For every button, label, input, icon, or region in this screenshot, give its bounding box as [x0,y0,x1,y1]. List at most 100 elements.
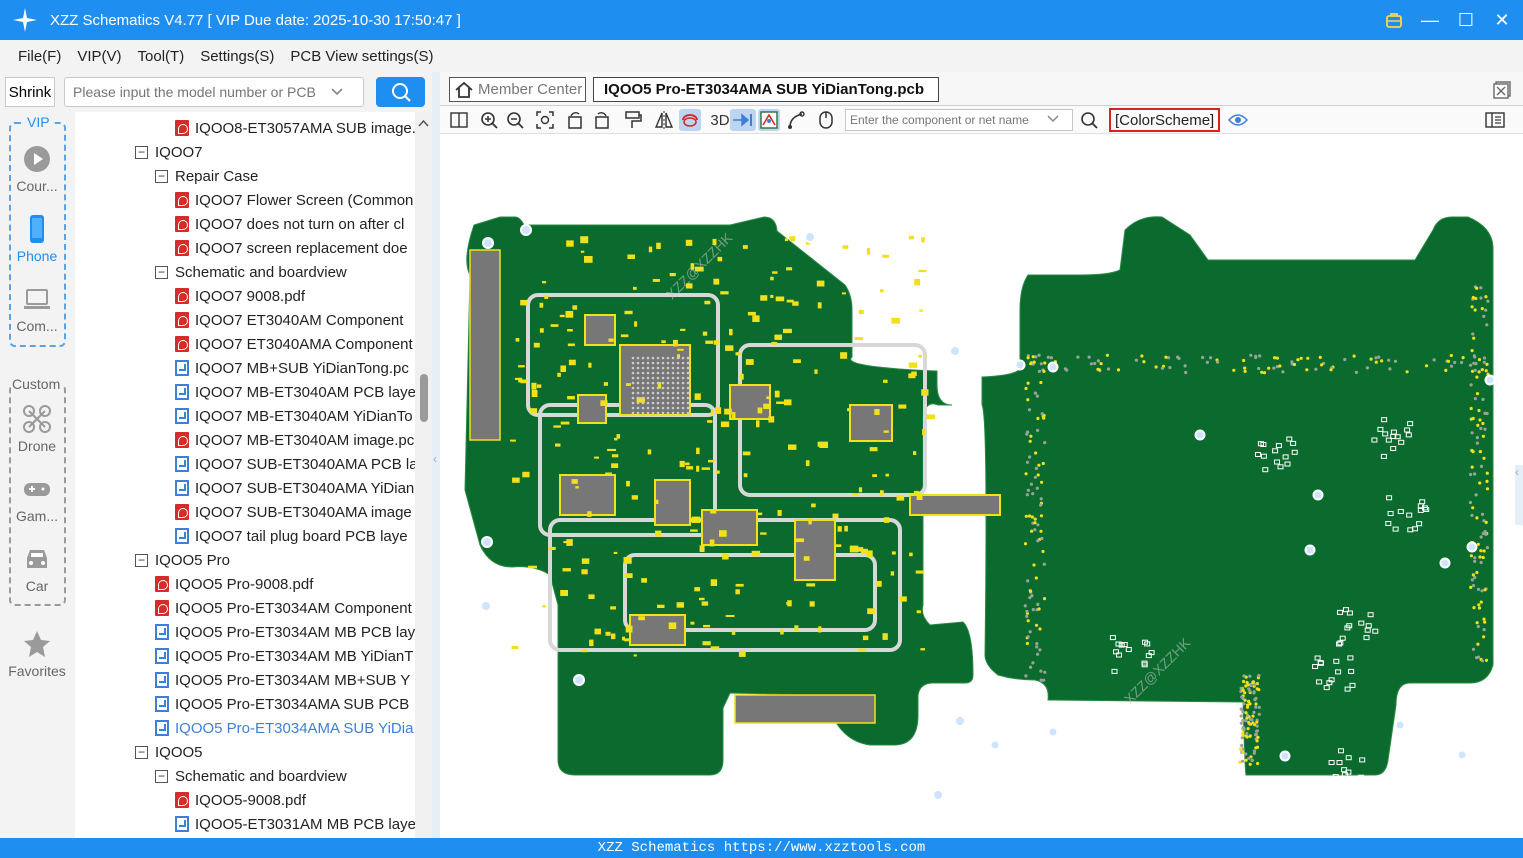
menu-tool[interactable]: Tool(T) [138,48,185,65]
tree-scrollbar[interactable] [415,112,432,838]
bga-ball [636,361,640,365]
via [1424,364,1429,368]
collapse-box-icon[interactable]: − [155,169,168,183]
chevron-down-icon[interactable] [1046,111,1060,129]
pin-highlight-icon[interactable] [730,109,756,131]
tree-file[interactable]: IQOO5 Pro-ET3034AM Component [155,596,412,620]
tree-folder[interactable]: − IQOO5 Pro [135,548,230,572]
pad [600,400,608,406]
category-drone[interactable]: Drone [0,404,74,454]
scroll-up-icon[interactable] [418,114,429,132]
category-favorites[interactable]: Favorites [0,629,74,679]
category-phone[interactable]: Phone [0,214,74,264]
menu-settings[interactable]: Settings(S) [200,48,274,65]
split-view-icon[interactable] [448,109,470,131]
pcb-board-drawing[interactable]: XZZ@XZZHK XZZ@XZZHK [440,135,1523,838]
color-scheme-button[interactable]: [ColorScheme] [1109,108,1221,132]
tree-file[interactable]: IQOO5-ET3031AM MB PCB laye [175,812,415,836]
scroll-thumb[interactable] [420,374,428,422]
net-search-icon[interactable] [1078,109,1100,131]
collapse-box-icon[interactable]: − [155,769,168,783]
rotate-left-icon[interactable] [564,109,586,131]
category-course[interactable]: Cour... [0,144,74,194]
collapse-arrow-icon[interactable]: ‹ [433,452,437,466]
collapse-box-icon[interactable]: − [135,553,148,567]
tree-folder[interactable]: − Schematic and boardview [155,260,347,284]
mirror-icon[interactable] [653,109,675,131]
category-car[interactable]: Car [0,544,74,594]
collapse-box-icon[interactable]: − [155,265,168,279]
shrink-button[interactable]: Shrink [5,77,55,107]
tree-file[interactable]: IQOO7 ET3040AMA Component [175,332,413,356]
fit-view-icon[interactable] [534,109,556,131]
via [1024,386,1028,391]
pad [916,610,921,614]
tree-file[interactable]: IQOO5 Pro-ET3034AMA SUB PCB [155,692,409,716]
tree-file[interactable]: IQOO5-9008.pdf [175,788,306,812]
tree-file[interactable]: IQOO8-ET3057AMA SUB image.pdf [175,116,415,140]
search-button[interactable] [376,77,425,107]
tree-file[interactable]: IQOO7 MB-ET3040AM image.pc [175,428,414,452]
rotate-right-icon[interactable] [591,109,613,131]
collapse-box-icon[interactable]: − [135,745,148,759]
tree-file[interactable]: IQOO5 Pro-ET3034AM MB PCB lay [155,620,415,644]
tree-file[interactable]: IQOO5 Pro-ET3034AM MB+SUB Y [155,668,410,692]
right-edge-arrow-icon[interactable]: ‹ [1515,465,1523,525]
menu-vip[interactable]: VIP(V) [77,48,121,65]
tree-file[interactable]: IQOO5 Pro-9008.pdf [155,572,313,596]
category-games[interactable]: Gam... [0,474,74,524]
pad [860,548,868,554]
probe-view-icon[interactable] [679,109,701,131]
tree-file[interactable]: IQOO7 Flower Screen (Common [175,188,413,212]
bga-ball [631,391,635,395]
trace-route-icon[interactable] [785,109,807,131]
maximize-button[interactable]: ☐ [1455,9,1477,31]
tree-file[interactable]: IQOO7 SUB-ET3040AMA YiDian [175,476,414,500]
collapse-box-icon[interactable]: − [135,145,148,159]
pad [560,421,570,425]
net-search-input[interactable] [846,113,1046,127]
tab-active-pcb[interactable]: IQOO5 Pro-ET3034AMA SUB YiDianTong.pcb [593,77,939,102]
tree-file[interactable]: IQOO7 does not turn on after cl [175,212,404,236]
tree-file[interactable]: IQOO7 9008.pdf [175,284,305,308]
board-layer-icon[interactable] [758,109,780,131]
close-tab-icon[interactable] [1493,81,1511,104]
tree-file[interactable]: IQOO7 screen replacement doe [175,236,408,260]
bga-ball [636,401,640,405]
tree-folder[interactable]: − IQOO5 [135,740,203,764]
via [1096,359,1100,363]
category-computer[interactable]: Com... [0,284,74,334]
tree-item-label: IQOO7 Flower Screen (Common [195,191,414,209]
bga-ball [681,391,685,395]
mouse-mode-icon[interactable] [815,109,837,131]
close-button[interactable]: ✕ [1491,9,1513,31]
tree-file[interactable]: IQOO5 Pro-ET3034AMA SUB YiDia [155,716,413,740]
tree-folder[interactable]: − Schematic and boardview [155,764,347,788]
zoom-out-icon[interactable] [504,109,526,131]
via [1183,364,1187,368]
tree-folder[interactable]: − Repair Case [155,164,258,188]
tree-file[interactable]: IQOO7 SUB-ET3040AMA image [175,500,412,524]
menu-file[interactable]: File(F) [18,48,61,65]
minimize-button[interactable]: — [1419,9,1441,31]
tree-file[interactable]: IQOO7 MB+SUB YiDianTong.pc [175,356,409,380]
tree-file[interactable]: IQOO7 MB-ET3040AM YiDianTo [175,404,413,428]
pad [657,604,665,608]
tree-file[interactable]: IQOO7 tail plug board PCB laye [175,524,408,548]
panel-splitter[interactable]: ‹ [432,72,440,838]
tree-folder[interactable]: − IQOO7 [135,140,203,164]
format-brush-icon[interactable] [622,109,644,131]
tab-member-center[interactable]: Member Center [449,77,586,102]
tree-file[interactable]: IQOO7 ET3040AM Component [175,308,403,332]
tree-file[interactable]: IQOO7 SUB-ET3040AMA PCB la [175,452,415,476]
vip-bag-icon[interactable] [1383,9,1405,31]
eye-icon[interactable] [1227,109,1249,131]
tree-file[interactable]: IQOO5 Pro-ET3034AM MB YiDianT [155,644,413,668]
pcb-canvas[interactable]: XZZ@XZZHK XZZ@XZZHK ‹ [440,135,1523,838]
chevron-down-icon[interactable] [330,85,344,100]
zoom-in-icon[interactable] [478,109,500,131]
side-panel-toggle-icon[interactable] [1484,109,1506,131]
menu-pcb-view-settings[interactable]: PCB View settings(S) [290,48,433,65]
model-search-input[interactable] [65,84,330,100]
tree-file[interactable]: IQOO7 MB-ET3040AM PCB laye [175,380,415,404]
